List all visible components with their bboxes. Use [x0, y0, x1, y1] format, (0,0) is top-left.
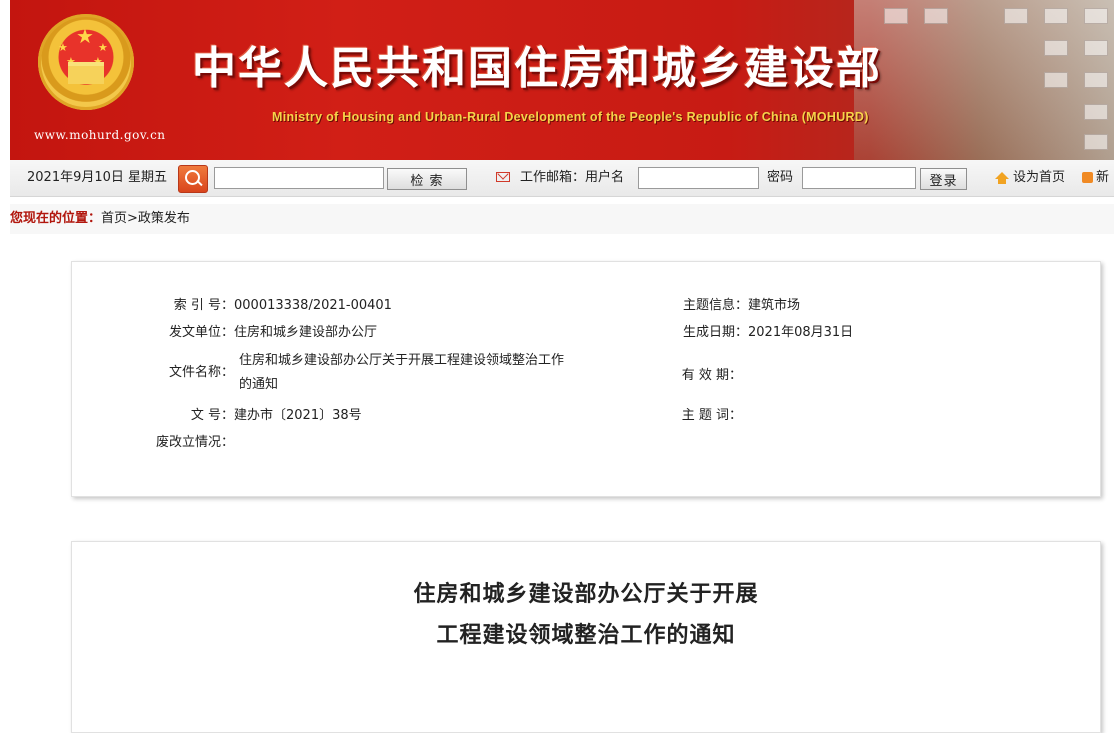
issuer-value: 住房和城乡建设部办公厅 — [234, 325, 378, 340]
valid-label: 有 效 期： — [681, 368, 742, 383]
breadcrumb-path[interactable]: 首页>政策发布 — [101, 211, 190, 226]
password-input[interactable] — [802, 167, 916, 189]
document-title-line2: 工程建设领域整治工作的通知 — [436, 622, 736, 648]
site-title-cn: 中华人民共和国住房和城乡建设部 — [192, 43, 882, 94]
national-emblem-icon: ★ ★ ★ ★ ★ — [38, 14, 134, 110]
docno-label: 文 号： — [190, 408, 234, 423]
rss-icon[interactable] — [1082, 172, 1093, 183]
search-button[interactable]: 检 索 — [387, 168, 467, 190]
subject-label: 主题信息： — [682, 298, 748, 313]
breadcrumb: 您现在的位置：首页>政策发布 — [10, 204, 1114, 234]
mail-icon — [496, 172, 510, 182]
document-info-card: 索 引 号：000013338/2021-00401 发文单位：住房和城乡建设部… — [71, 261, 1101, 497]
filename-value-line2: 的通知 — [239, 377, 279, 392]
status-label: 废改立情况： — [155, 435, 234, 450]
login-button[interactable]: 登录 — [920, 168, 967, 190]
breadcrumb-lead: 您现在的位置： — [10, 211, 102, 226]
home-icon[interactable] — [995, 172, 1009, 184]
password-label: 密码 — [767, 170, 794, 185]
filename-label: 文件名称： — [168, 365, 234, 380]
docno-value: 建办市〔2021〕38号 — [234, 408, 362, 423]
site-title-en: Ministry of Housing and Urban-Rural Deve… — [272, 110, 869, 124]
index-label: 索 引 号： — [173, 298, 234, 313]
site-banner: ★ ★ ★ ★ ★ www.mohurd.gov.cn 中华人民共和国住房和城乡… — [10, 0, 1114, 160]
mail-label: 工作邮箱：用户名 — [520, 170, 625, 185]
subject-value: 建筑市场 — [748, 298, 801, 313]
issuer-label: 发文单位： — [168, 325, 234, 340]
set-home-link[interactable]: 设为首页 — [1013, 160, 1065, 196]
index-value: 000013338/2021-00401 — [234, 298, 392, 313]
current-date: 2021年9月10日 星期五 — [27, 170, 168, 185]
date-label: 生成日期： — [682, 325, 748, 340]
filename-value-line1: 住房和城乡建设部办公厅关于开展工程建设领域整治工作 — [239, 353, 565, 368]
keyword-label: 主 题 词： — [681, 408, 742, 423]
search-icon[interactable] — [178, 165, 208, 193]
building-photo — [854, 0, 1114, 160]
username-input[interactable] — [638, 167, 759, 189]
document-body-card: 住房和城乡建设部办公厅关于开展 工程建设领域整治工作的通知 — [71, 541, 1101, 733]
search-input[interactable] — [214, 167, 384, 189]
site-url: www.mohurd.gov.cn — [34, 128, 166, 142]
date-value: 2021年08月31日 — [748, 325, 854, 340]
document-title-line1: 住房和城乡建设部办公厅关于开展 — [413, 581, 759, 607]
new-link[interactable]: 新 — [1096, 160, 1109, 196]
top-toolbar: 2021年9月10日 星期五 检 索 工作邮箱：用户名 密码 登录 设为首页 新 — [10, 160, 1114, 197]
